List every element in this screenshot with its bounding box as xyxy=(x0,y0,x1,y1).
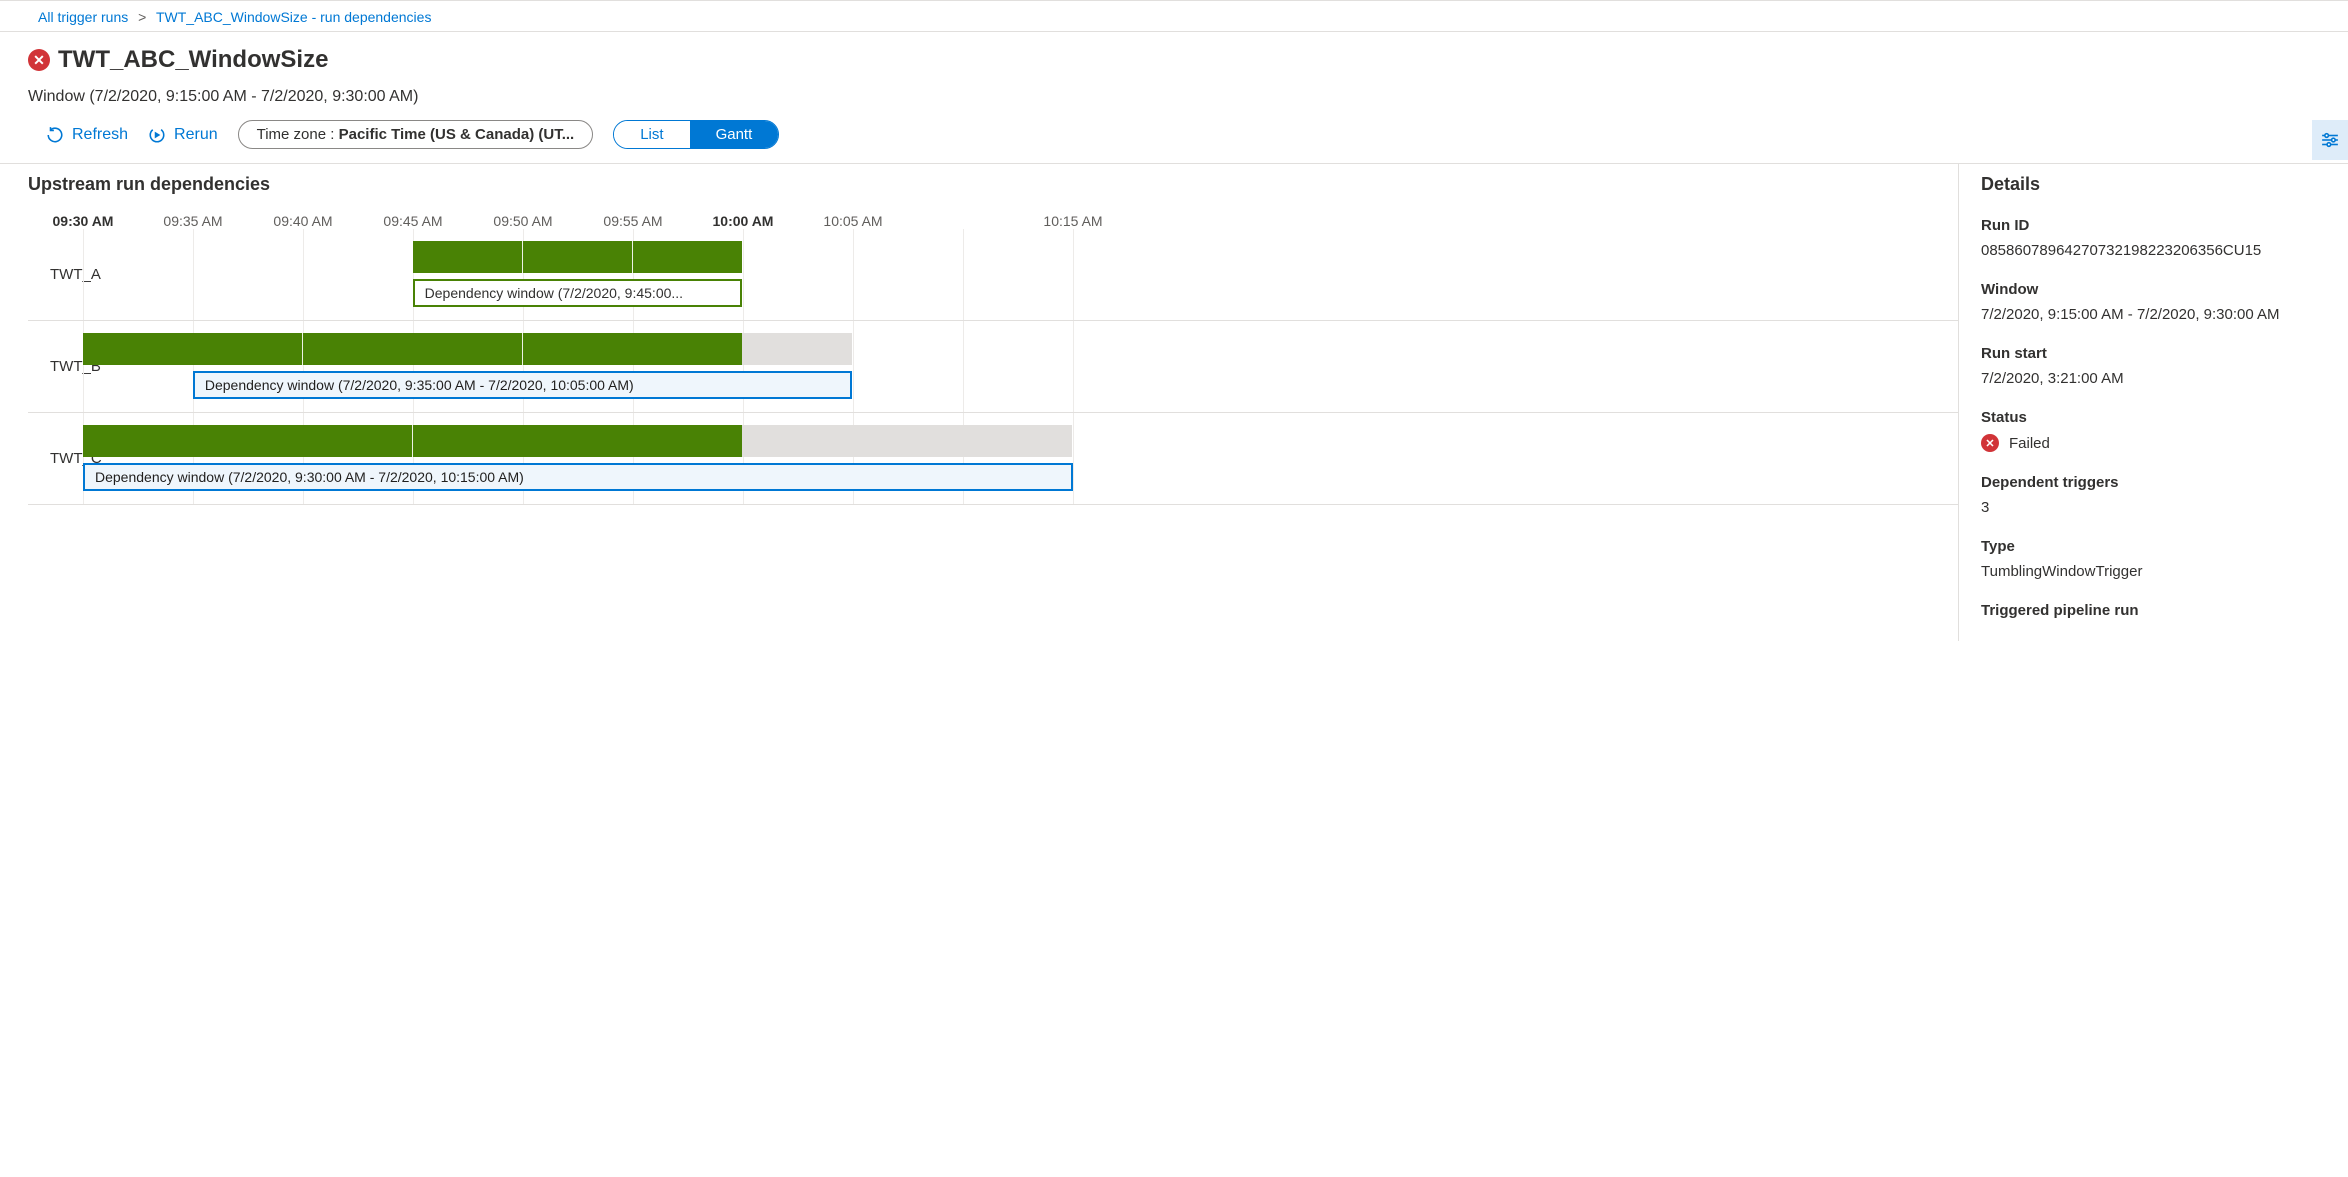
detail-dependent-value: 3 xyxy=(1981,499,2326,516)
timezone-label: Time zone : xyxy=(257,126,339,143)
detail-dependent-label: Dependent triggers xyxy=(1981,474,2326,491)
timezone-value: Pacific Time (US & Canada) (UT... xyxy=(339,126,575,143)
detail-runid-value: 08586078964270732198223206356CU15 xyxy=(1981,242,2326,259)
gantt-pending-bar xyxy=(742,425,1072,457)
refresh-button[interactable]: Refresh xyxy=(46,126,128,144)
rerun-label: Rerun xyxy=(174,126,218,144)
breadcrumb: All trigger runs > TWT_ABC_WindowSize - … xyxy=(0,0,2348,31)
gantt-dependency-window[interactable]: Dependency window (7/2/2020, 9:35:00 AM … xyxy=(193,371,852,399)
time-tick: 09:40 AM xyxy=(248,213,358,229)
detail-runid-label: Run ID xyxy=(1981,217,2326,234)
gantt-pending-bar xyxy=(742,333,852,365)
time-tick: 09:45 AM xyxy=(358,213,468,229)
gantt-row-label: TWT_A xyxy=(28,229,128,320)
gantt-panel: Upstream run dependencies 09:30 AM09:35 … xyxy=(0,164,1958,641)
time-tick: 09:35 AM xyxy=(138,213,248,229)
refresh-icon xyxy=(46,126,64,144)
detail-type-label: Type xyxy=(1981,538,2326,555)
gantt-run-bar[interactable] xyxy=(83,425,742,457)
gantt-dependency-window[interactable]: Dependency window (7/2/2020, 9:30:00 AM … xyxy=(83,463,1073,491)
detail-window-label: Window xyxy=(1981,281,2326,298)
details-heading: Details xyxy=(1981,174,2326,195)
window-subtitle: Window (7/2/2020, 9:15:00 AM - 7/2/2020,… xyxy=(28,88,2320,106)
toolbar: Refresh Rerun Time zone : Pacific Time (… xyxy=(0,106,2348,163)
gantt-run-bar[interactable] xyxy=(83,333,742,365)
detail-pipeline-label: Triggered pipeline run xyxy=(1981,602,2326,619)
gantt-row: TWT_BDependency window (7/2/2020, 9:35:0… xyxy=(28,321,1958,413)
gantt-body: TWT_A Dependency window (7/2/2020, 9:45:0… xyxy=(28,229,1958,505)
page-title: TWT_ABC_WindowSize xyxy=(58,46,328,74)
breadcrumb-separator: > xyxy=(138,9,146,25)
time-tick: 09:30 AM xyxy=(28,213,138,229)
gantt-row-track: Dependency window (7/2/2020, 9:30:00 AM … xyxy=(128,413,1958,504)
view-list-button[interactable]: List xyxy=(614,121,689,148)
gantt-time-scale: 09:30 AM09:35 AM09:40 AM09:45 AM09:50 AM… xyxy=(28,213,1958,229)
gantt-row: TWT_A Dependency window (7/2/2020, 9:45:0… xyxy=(28,229,1958,321)
settings-panel-button[interactable] xyxy=(2312,120,2348,160)
time-tick: 10:15 AM xyxy=(1018,213,1128,229)
gantt-run-bar[interactable] xyxy=(413,241,743,273)
time-tick: 09:50 AM xyxy=(468,213,578,229)
detail-runstart-label: Run start xyxy=(1981,345,2326,362)
time-tick: 10:00 AM xyxy=(688,213,798,229)
breadcrumb-current-link[interactable]: TWT_ABC_WindowSize - run dependencies xyxy=(156,9,431,25)
sliders-icon xyxy=(2321,131,2339,149)
view-toggle: List Gantt xyxy=(613,120,779,149)
error-icon: ✕ xyxy=(1981,434,1999,452)
view-gantt-button[interactable]: Gantt xyxy=(690,121,779,148)
error-icon: ✕ xyxy=(28,49,50,71)
detail-window-value: 7/2/2020, 9:15:00 AM - 7/2/2020, 9:30:00… xyxy=(1981,306,2326,323)
time-tick xyxy=(908,213,1018,229)
timezone-selector[interactable]: Time zone : Pacific Time (US & Canada) (… xyxy=(238,120,594,149)
gantt-row-track: Dependency window (7/2/2020, 9:35:00 AM … xyxy=(128,321,1958,412)
detail-type-value: TumblingWindowTrigger xyxy=(1981,563,2326,580)
upstream-title: Upstream run dependencies xyxy=(28,174,1958,195)
page-header: ✕ TWT_ABC_WindowSize Window (7/2/2020, 9… xyxy=(0,32,2348,106)
refresh-label: Refresh xyxy=(72,126,128,144)
gantt-dependency-window[interactable]: Dependency window (7/2/2020, 9:45:00... xyxy=(413,279,743,307)
gantt-row: TWT_CDependency window (7/2/2020, 9:30:0… xyxy=(28,413,1958,505)
rerun-icon xyxy=(148,126,166,144)
detail-runstart-value: 7/2/2020, 3:21:00 AM xyxy=(1981,370,2326,387)
breadcrumb-root-link[interactable]: All trigger runs xyxy=(38,9,128,25)
detail-status-value: ✕ Failed xyxy=(1981,434,2326,452)
time-tick: 10:05 AM xyxy=(798,213,908,229)
details-panel: Details Run ID 0858607896427073219822320… xyxy=(1958,164,2348,641)
detail-status-label: Status xyxy=(1981,409,2326,426)
time-tick: 09:55 AM xyxy=(578,213,688,229)
gantt-row-track: Dependency window (7/2/2020, 9:45:00... xyxy=(128,229,1958,320)
rerun-button[interactable]: Rerun xyxy=(148,126,218,144)
detail-status-text: Failed xyxy=(2009,435,2050,452)
